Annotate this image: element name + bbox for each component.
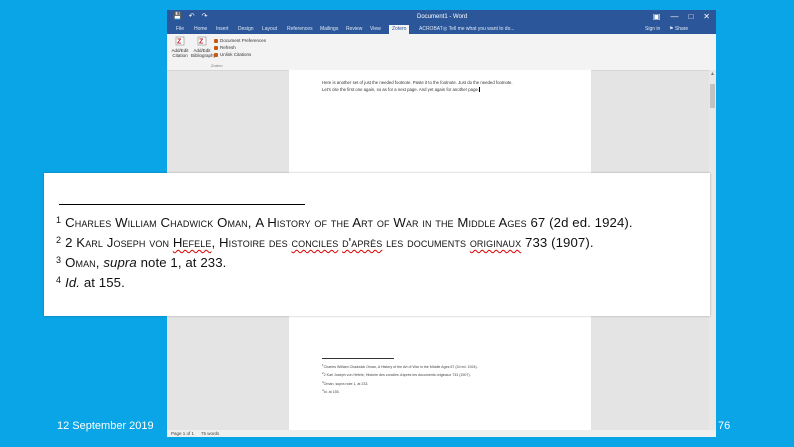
tab-acrobat[interactable]: ACROBAT bbox=[419, 26, 443, 32]
footnote-2-tail: (1907). bbox=[551, 235, 594, 250]
sign-in-link[interactable]: Sign in bbox=[645, 26, 660, 32]
tab-home[interactable]: Home bbox=[194, 26, 207, 32]
body-line-2-text: Let's cite the first one again, so as fo… bbox=[322, 87, 480, 92]
footnote-1-title: A History of the Art of War in the Middl… bbox=[255, 215, 546, 230]
maximize-icon[interactable]: □ bbox=[688, 12, 693, 21]
minimize-icon[interactable]: — bbox=[670, 12, 678, 21]
document-preferences-label: Document Preferences bbox=[220, 38, 267, 43]
add-edit-citation-button[interactable]: Z Add/Edit Citation bbox=[170, 36, 190, 58]
footnote-3-tail: note 1, at 233. bbox=[140, 255, 227, 270]
window-controls: ▣ — □ ✕ bbox=[653, 12, 710, 21]
footnote-small-4-text: Id. at 155. bbox=[323, 390, 340, 395]
footnote-separator bbox=[59, 204, 305, 205]
text-cursor bbox=[479, 87, 481, 93]
svg-text:Z: Z bbox=[177, 39, 182, 46]
zoomed-footnotes-callout: 1 Charles William Chadwick Oman, A Histor… bbox=[44, 173, 710, 316]
svg-text:Z: Z bbox=[199, 39, 204, 46]
footnote-small-4: 4Id. at 155. bbox=[322, 388, 340, 395]
footnote-2-number: 2 bbox=[56, 235, 62, 245]
footnote-4-tail: at 155. bbox=[83, 275, 125, 290]
undo-icon[interactable]: ↶ bbox=[189, 13, 195, 21]
unlink-citations-label: Unlink Citations bbox=[220, 52, 252, 57]
footnote-2-prefix: 2 Karl Joseph von bbox=[65, 235, 170, 250]
footnote-3-number: 3 bbox=[56, 255, 62, 265]
page-count[interactable]: Page 1 of 1 bbox=[171, 431, 194, 436]
footnote-small-1-text: Charles William Chadwick Oman, A History… bbox=[323, 365, 478, 370]
footnote-2-title-c: d'après bbox=[342, 235, 383, 250]
zotero-actions-list: Document Preferences Refresh Unlink Cita… bbox=[214, 37, 266, 58]
tab-view[interactable]: View bbox=[370, 26, 381, 32]
restore-ribbon-icon[interactable]: ▣ bbox=[653, 12, 661, 21]
ribbon-group-label: Zotero bbox=[211, 63, 223, 68]
title-bar: 💾 ↶ ↷ Document1 - Word ▣ — □ ✕ bbox=[167, 10, 716, 24]
tab-layout[interactable]: Layout bbox=[262, 26, 277, 32]
tell-me-box[interactable]: ◎ Tell me what you want to do... bbox=[443, 26, 515, 32]
scroll-up-icon[interactable]: ▲ bbox=[710, 71, 715, 77]
share-button[interactable]: ⚑ Share bbox=[669, 26, 688, 32]
ribbon: Z Add/Edit Citation Z Add/Edit Bibliogra… bbox=[167, 34, 716, 71]
tab-mailings[interactable]: Mailings bbox=[320, 26, 338, 32]
refresh-button[interactable]: Refresh bbox=[214, 44, 266, 51]
footnote-1-number: 1 bbox=[56, 215, 62, 225]
body-line-2: Let's cite the first one again, so as fo… bbox=[322, 86, 513, 93]
footnote-small-1: 1Charles William Chadwick Oman, A Histor… bbox=[322, 363, 478, 370]
add-edit-bibliography-label-2: Bibliography bbox=[191, 53, 216, 58]
footnote-1-author: Charles William Chadwick Oman bbox=[65, 215, 248, 230]
vertical-scrollbar[interactable]: ▲ bbox=[709, 70, 716, 430]
footnotes-small: 1Charles William Chadwick Oman, A Histor… bbox=[322, 362, 478, 396]
footnote-small-2-text: 2 Karl Joseph von Hefele, Histoire des c… bbox=[323, 373, 471, 378]
close-icon[interactable]: ✕ bbox=[703, 12, 710, 21]
footnote-2-title-d: les documents bbox=[386, 235, 467, 250]
unlink-citations-button[interactable]: Unlink Citations bbox=[214, 51, 266, 58]
footnote-3-supra: supra bbox=[103, 255, 137, 270]
share-label: Share bbox=[674, 26, 689, 32]
refresh-icon bbox=[214, 45, 218, 50]
footnote-2-title-b: conciles bbox=[291, 235, 339, 250]
add-edit-bibliography-button[interactable]: Z Add/Edit Bibliography bbox=[191, 36, 216, 58]
status-bar: Page 1 of 1 75 words bbox=[167, 430, 716, 437]
save-icon[interactable]: 💾 bbox=[173, 13, 182, 21]
footnote-2-surname: Hefele bbox=[172, 235, 212, 250]
footnote-small-3: 3Oman, supra note 1, at 233. bbox=[322, 379, 369, 387]
window-title: Document1 - Word bbox=[417, 14, 468, 20]
slide-number: 76 bbox=[718, 420, 731, 432]
footnote-2-title-e: originaux bbox=[469, 235, 522, 250]
footnote-1: 1 Charles William Chadwick Oman, A Histor… bbox=[56, 215, 633, 230]
footnote-2-pages: 733 bbox=[525, 235, 548, 250]
footnote-4-number: 4 bbox=[56, 275, 62, 285]
footnote-2-title-a: Histoire des bbox=[218, 235, 288, 250]
document-preferences-button[interactable]: Document Preferences bbox=[214, 37, 266, 44]
footnote-small-3-text: Oman, supra note 1, at 233. bbox=[323, 382, 369, 387]
scroll-thumb[interactable] bbox=[710, 84, 715, 108]
footnote-4: 4 Id. at 155. bbox=[56, 275, 125, 290]
quick-access-toolbar: 💾 ↶ ↷ bbox=[173, 13, 207, 21]
tab-review[interactable]: Review bbox=[346, 26, 362, 32]
redo-icon[interactable]: ↷ bbox=[202, 13, 208, 21]
footnote-4-id: Id. bbox=[65, 275, 81, 290]
tab-insert[interactable]: Insert bbox=[216, 26, 229, 32]
bibliography-icon: Z bbox=[197, 36, 207, 46]
footnote-small-2: 22 Karl Joseph von Hefele, Histoire des … bbox=[322, 371, 471, 378]
tab-file[interactable]: File bbox=[176, 26, 184, 32]
ribbon-tabs: File Home Insert Design Layout Reference… bbox=[167, 24, 716, 35]
body-line-1: Here is another set of just the needed f… bbox=[322, 80, 513, 85]
add-edit-citation-label-2: Citation bbox=[172, 53, 188, 58]
footnote-separator-small bbox=[322, 358, 394, 359]
tell-me-text: Tell me what you want to do... bbox=[448, 26, 515, 32]
footnote-3: 3 Oman, supra note 1, at 233. bbox=[56, 255, 227, 270]
tab-references[interactable]: References bbox=[287, 26, 313, 32]
citation-icon: Z bbox=[175, 36, 185, 46]
tab-design[interactable]: Design bbox=[238, 26, 254, 32]
word-count[interactable]: 75 words bbox=[201, 431, 219, 436]
unlink-icon bbox=[214, 52, 218, 57]
footnote-3-name: Oman bbox=[65, 255, 96, 270]
footnote-2: 22 Karl Joseph von Hefele, Histoire des … bbox=[56, 235, 594, 250]
footnote-1-tail: (2d ed. 1924). bbox=[549, 215, 633, 230]
slide-date: 12 September 2019 bbox=[57, 420, 154, 432]
preferences-icon bbox=[214, 38, 218, 43]
refresh-label: Refresh bbox=[220, 45, 236, 50]
body-text: Here is another set of just the needed f… bbox=[322, 79, 513, 93]
